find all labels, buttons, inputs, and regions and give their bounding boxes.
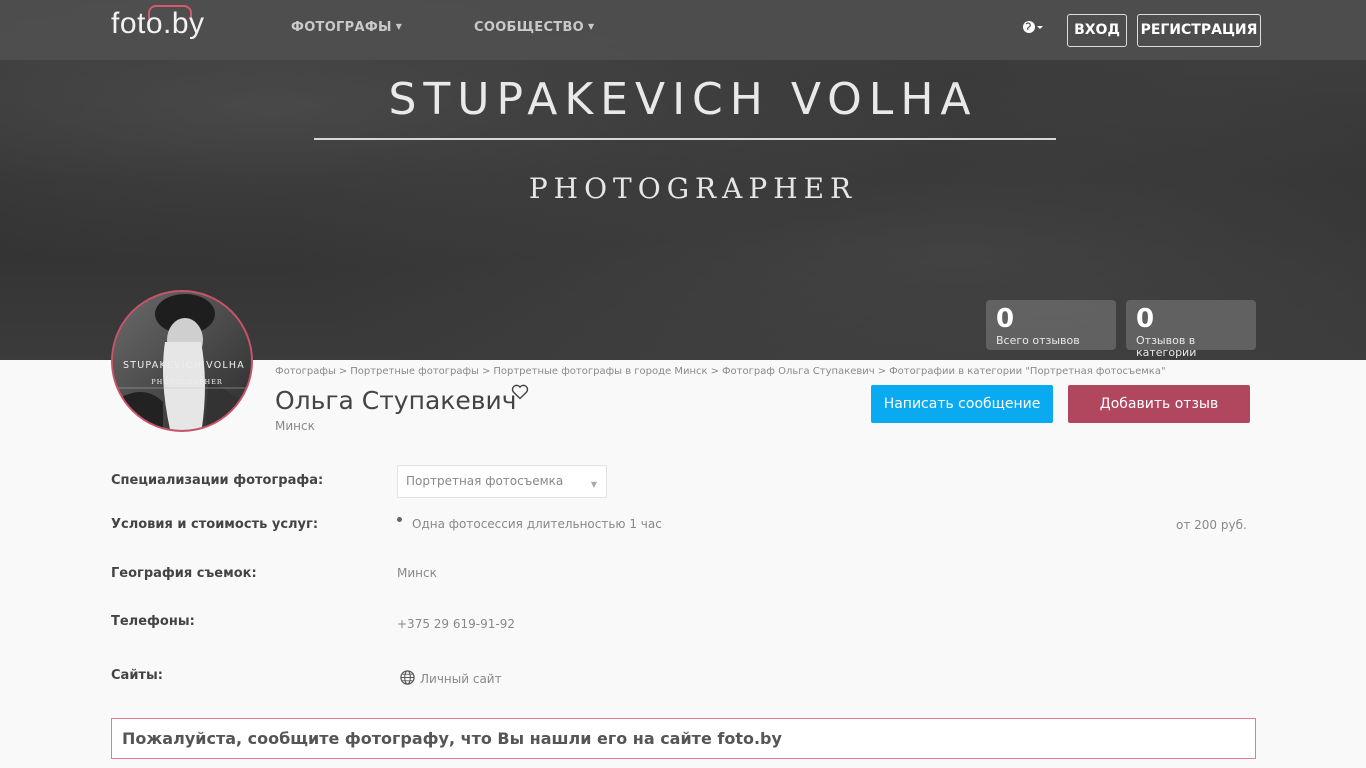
register-button[interactable]: РЕГИСТРАЦИЯ	[1137, 14, 1261, 47]
personal-site-link[interactable]: Личный сайт	[420, 672, 502, 686]
phones-label: Телефоны:	[111, 614, 195, 629]
stat-category-reviews-value: 0	[1136, 304, 1155, 334]
stat-category-reviews-label: Отзывов в категории	[1136, 334, 1197, 359]
avatar[interactable]: STUPAKEVICH VOLHA PHOTOGRAPHER	[111, 290, 253, 432]
cover-subtitle: PHOTOGRAPHER	[528, 172, 858, 205]
specialization-select-value: Портретная фотосъемка	[406, 474, 564, 488]
avatar-watermark-subtitle: PHOTOGRAPHER	[151, 378, 223, 386]
globe-icon	[400, 670, 415, 689]
caret-down-icon: ▼	[588, 22, 595, 31]
breadcrumb-item[interactable]: Фотографии в категории "Портретная фотос…	[889, 366, 1165, 377]
chevron-down-icon: ▼	[590, 480, 597, 489]
write-message-button[interactable]: Написать сообщение	[871, 385, 1053, 423]
language-globe-icon[interactable]	[1022, 19, 1046, 39]
sites-label: Сайты:	[111, 668, 163, 683]
breadcrumb-item[interactable]: Портретные фотографы в городе Минск	[493, 366, 707, 377]
cover-title: STUPAKEVICH VOLHA	[388, 74, 978, 125]
nav-photographers[interactable]: ФОТОГРАФЫ ▼	[291, 20, 402, 35]
breadcrumb: Фотографы > Портретные фотографы > Портретны…	[275, 366, 1166, 377]
breadcrumb-item[interactable]: Портретные фотографы	[350, 366, 479, 377]
nav-community-label: СООБЩЕСТВО	[474, 20, 585, 35]
geography-value: Минск	[397, 566, 437, 580]
notice-banner: Пожалуйста, сообщите фотографу, что Вы н…	[111, 718, 1256, 759]
site-logo[interactable]: foto.by	[111, 7, 205, 41]
breadcrumb-item[interactable]: Фотограф Ольга Ступакевич	[722, 366, 875, 377]
heart-icon[interactable]	[511, 384, 529, 404]
caret-down-icon: ▼	[395, 22, 403, 31]
add-review-button[interactable]: Добавить отзыв	[1068, 385, 1250, 423]
stat-total-reviews-value: 0	[996, 304, 1015, 334]
specialization-select[interactable]: Портретная фотосъемка ▼	[397, 465, 607, 498]
stat-category-reviews: 0 Отзывов в категории	[1126, 300, 1256, 359]
specialization-label: Специализации фотографа:	[111, 473, 324, 488]
top-navbar: foto.by ФОТОГРАФЫ ▼ СООБЩЕСТВО ▼ ВХОД РЕГИ…	[0, 0, 1366, 60]
geography-label: География съемок:	[111, 566, 257, 581]
phone-value[interactable]: +375 29 619-91-92	[397, 617, 515, 631]
services-label: Условия и стоимость услуг:	[111, 517, 319, 532]
nav-photographers-label: ФОТОГРАФЫ	[291, 20, 392, 35]
list-bullet	[397, 517, 402, 522]
stat-total-reviews-label: Всего отзывов	[996, 334, 1080, 347]
photographer-city: Минск	[275, 419, 315, 433]
login-button[interactable]: ВХОД	[1067, 14, 1127, 47]
cover-divider	[314, 138, 1056, 140]
service-price: от 200 руб.	[1176, 518, 1247, 532]
breadcrumb-item[interactable]: Фотографы	[275, 366, 336, 377]
service-item: Одна фотосессия длительностью 1 час	[412, 517, 662, 531]
avatar-watermark-title: STUPAKEVICH VOLHA	[123, 360, 245, 371]
photographer-name: Ольга Ступакевич	[275, 386, 517, 415]
stat-total-reviews: 0 Всего отзывов	[986, 300, 1116, 350]
nav-community[interactable]: СООБЩЕСТВО ▼	[474, 20, 595, 35]
